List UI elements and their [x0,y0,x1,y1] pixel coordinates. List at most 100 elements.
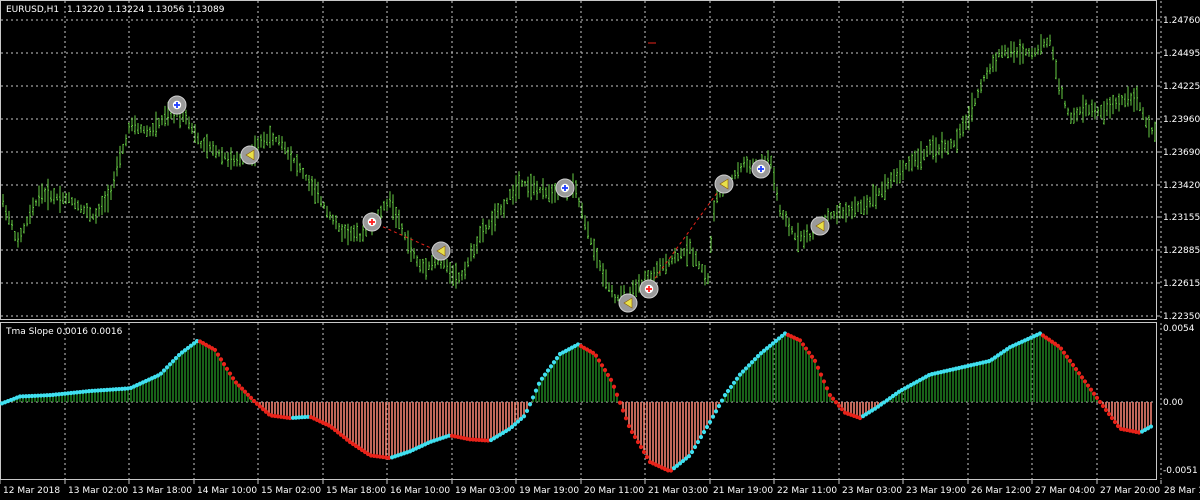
slope-dot [1091,391,1097,396]
buy-signal-icon[interactable] [555,178,575,198]
time-tick-label: 22 Mar 11:00 [777,486,837,496]
slope-dot [809,354,815,359]
slope-dot [818,372,824,377]
slope-dot [224,366,230,371]
slope-dot [170,359,176,364]
slope-dot [1112,419,1118,425]
slope-dot [800,342,806,347]
slope-dot [710,414,716,419]
slope-dot [746,363,752,368]
chart-canvas[interactable]: 1.24760 1.24495 1.24225 1.23960 1.23690 1.234… [0,0,1200,500]
slope-dot [1073,367,1079,372]
slope-dot [833,400,839,405]
price-axis: 1.24760 1.24495 1.24225 1.23960 1.23690 1.234… [1156,16,1200,322]
slope-dot [596,358,602,363]
exit-signal-icon[interactable] [240,145,260,165]
time-tick-label: 26 Mar 12:00 [971,486,1031,496]
slope-dot [551,360,557,365]
slope-dot [689,449,695,455]
exit-signal-icon[interactable] [618,293,638,313]
exit-signal-icon[interactable] [810,216,830,236]
time-tick-label: 12 Mar 2018 [3,486,60,496]
slope-dot [1103,407,1109,413]
sell-signal-icon[interactable] [639,279,659,299]
buy-signal-icon[interactable] [167,95,187,115]
slope-dot [740,369,746,374]
sell-signal-icon[interactable] [362,212,382,232]
slope-dot [806,350,812,355]
slope-dot [602,368,608,373]
slope-dot [812,358,818,363]
slope-dot [713,409,719,414]
trend-line [371,221,441,253]
slope-dot [1067,358,1073,363]
slope-dot [686,454,692,459]
slope-dot [821,379,827,384]
slope-dot [1100,403,1106,409]
indicator-tick-label: 0.00 [1163,398,1183,408]
signal-cross-v [760,166,762,172]
indicator-tick-label: 0.0054 [1163,324,1195,334]
mt4-chart-window[interactable]: 1.24760 1.24495 1.24225 1.23960 1.23690 1.234… [0,0,1200,500]
signal-cross-v [371,219,373,225]
slope-dot [617,400,623,405]
price-tick-label: 1.24495 [1163,49,1200,59]
slope-dot [1058,346,1064,351]
slope-dot [524,408,530,413]
signal-cross-v [564,185,566,191]
slope-dot [530,395,536,400]
slope-dot [614,392,620,397]
price-tick-label: 1.23960 [1163,115,1200,125]
slope-dot [1079,375,1085,380]
time-tick-label: 21 Mar 19:00 [713,486,773,496]
time-tick-label: 13 Mar 02:00 [68,486,128,496]
slope-dot [830,396,836,401]
slope-dot [641,449,647,455]
time-tick-label: 19 Mar 19:00 [519,486,579,496]
time-tick-label: 19 Mar 03:00 [455,486,515,496]
signal-cross-v [648,286,650,292]
slope-dot [533,388,539,393]
slope-dot [1061,350,1067,355]
slope-dot [611,384,617,389]
slope-dot [539,376,545,381]
slope-dot [218,357,224,362]
price-tick-label: 1.24225 [1163,82,1200,92]
slope-dot [554,356,560,361]
symbol-label: EURUSD,H1 [6,5,59,15]
slope-dot [743,366,749,371]
slope-dot [212,347,218,353]
slope-dot [158,371,164,376]
slope-dot [734,376,740,381]
exit-signal-icon[interactable] [431,241,451,261]
slope-dot [701,429,707,435]
ohlc-label: 1.13220 1.13224 1.13056 1.13089 [67,5,225,15]
exit-signal-icon[interactable] [714,174,734,194]
price-tick-label: 1.23155 [1163,213,1200,223]
indicator-label: Tma Slope 0.0016 0.0016 [5,327,123,337]
slope-dot [521,414,527,419]
slope-dot [230,376,236,381]
price-tick-label: 1.22615 [1163,279,1200,289]
slope-dot [167,362,173,367]
time-tick-label: 27 Mar 20:00 [1100,486,1160,496]
time-tick-label: 15 Mar 02:00 [261,486,321,496]
slope-dot [173,356,179,361]
slope-dot [605,372,611,378]
time-tick-label: 13 Mar 18:00 [132,486,192,496]
buy-signal-icon[interactable] [751,159,771,179]
slope-dot [1076,371,1082,376]
slope-dot [1109,415,1115,421]
slope-dot [221,362,227,367]
slope-dot [1070,362,1076,368]
slope-dot [536,381,542,386]
slope-dot [731,380,737,385]
slope-dot [704,424,710,430]
slope-dot [245,392,251,397]
slope-dot [215,352,221,357]
slope-dot [593,353,599,358]
time-tick-label: 16 Mar 10:00 [390,486,450,496]
slope-dot [248,395,254,400]
slope-dot [1085,383,1091,388]
slope-dot [635,439,641,445]
